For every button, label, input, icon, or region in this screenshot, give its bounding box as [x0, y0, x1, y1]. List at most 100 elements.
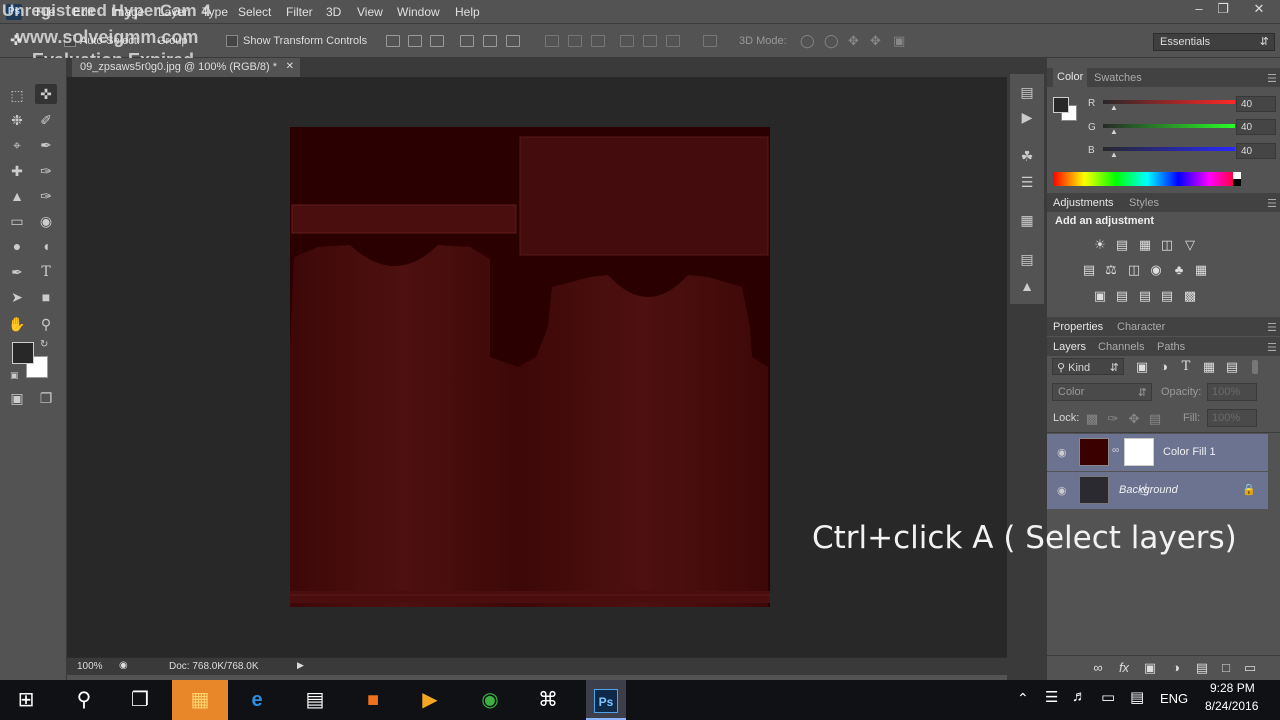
volume-icon[interactable]: ♬	[1072, 688, 1087, 705]
g-slider-thumb-icon[interactable]: ▲	[1110, 127, 1118, 136]
menu-window[interactable]: Window	[397, 5, 440, 19]
3d-orbit-icon[interactable]: ◯	[800, 33, 815, 49]
properties-menu-icon[interactable]: ☰	[1267, 321, 1277, 334]
photoshop-taskbar-icon[interactable]: Ps	[586, 680, 626, 720]
spectrum-white-black[interactable]	[1233, 172, 1241, 186]
filter-smart-icon[interactable]: ▤	[1225, 360, 1239, 374]
new-group-icon[interactable]: ▤	[1195, 661, 1209, 675]
selective-color-icon[interactable]: ▩	[1183, 289, 1197, 303]
align-hcenter-icon[interactable]	[483, 35, 497, 47]
actions-panel-icon[interactable]: ▶	[1016, 107, 1038, 127]
layer-style-icon[interactable]: fx	[1117, 661, 1131, 675]
search-icon[interactable]: ⚲	[64, 680, 104, 720]
filter-pixel-icon[interactable]: ▣	[1135, 360, 1149, 374]
photo-filter-icon[interactable]: ◉	[1149, 263, 1163, 277]
restore-button[interactable]: ❐	[1208, 0, 1238, 20]
lock-all-icon[interactable]: ▤	[1148, 412, 1162, 426]
r-slider[interactable]	[1103, 100, 1235, 104]
battery-icon[interactable]: ▭	[1101, 688, 1115, 706]
brush-tool-icon[interactable]: ✑	[35, 161, 57, 181]
filter-type-icon[interactable]: T	[1179, 360, 1193, 374]
brush-presets-icon[interactable]: ☰	[1016, 172, 1038, 192]
gradient-map-icon[interactable]: ▤	[1160, 289, 1174, 303]
filter-toggle[interactable]	[1252, 360, 1258, 374]
tab-color[interactable]: Color	[1053, 68, 1088, 87]
chain-link-icon[interactable]: ∞	[1112, 445, 1119, 456]
new-adjustment-icon[interactable]: ◑	[1169, 661, 1183, 675]
filter-shape-icon[interactable]: ▦	[1202, 360, 1216, 374]
align-top-icon[interactable]	[386, 35, 400, 47]
brush-panel-icon[interactable]: ☘	[1016, 146, 1038, 166]
align-right-icon[interactable]	[506, 35, 520, 47]
3d-pan-icon[interactable]: ✥	[848, 33, 859, 49]
store-icon[interactable]: ▤	[295, 680, 335, 720]
distribute-vcenter-icon[interactable]	[568, 35, 582, 47]
media-player-icon[interactable]: ▶	[410, 680, 450, 720]
lasso-tool-icon[interactable]: ❉	[6, 110, 28, 130]
tab-properties[interactable]: Properties	[1053, 321, 1103, 333]
status-menu-arrow-icon[interactable]: ▶	[297, 660, 304, 671]
distribute-left-icon[interactable]	[620, 35, 634, 47]
layer-row-background[interactable]: ◉ Background 🔒 ☝	[1047, 472, 1268, 509]
status-info-icon[interactable]: ◉	[119, 660, 128, 671]
show-transform-checkbox[interactable]	[226, 35, 238, 47]
tab-layers[interactable]: Layers	[1053, 341, 1086, 353]
menu-help[interactable]: Help	[455, 5, 480, 19]
file-explorer-icon[interactable]: ▦	[172, 680, 228, 720]
app-orange-icon[interactable]: ■	[353, 680, 393, 720]
b-slider-thumb-icon[interactable]: ▲	[1110, 150, 1118, 159]
channel-mixer-icon[interactable]: ♣	[1172, 263, 1186, 277]
tab-paths[interactable]: Paths	[1157, 341, 1185, 353]
quick-mask-icon[interactable]: ▣	[6, 388, 28, 408]
color-spectrum-ramp[interactable]	[1053, 172, 1241, 186]
align-vcenter-icon[interactable]	[408, 35, 422, 47]
fill-input[interactable]: 100%	[1207, 409, 1257, 427]
document-canvas[interactable]	[290, 127, 770, 607]
lock-transparent-icon[interactable]: ▩	[1085, 412, 1099, 426]
zoom-level[interactable]: 100%	[77, 661, 103, 672]
chrome-icon[interactable]: ◉	[470, 680, 510, 720]
path-select-tool-icon[interactable]: ➤	[6, 287, 28, 307]
pen-tool-icon[interactable]: ✒	[6, 262, 28, 282]
lock-image-icon[interactable]: ✑	[1106, 412, 1120, 426]
eraser-tool-icon[interactable]: ▭	[6, 211, 28, 231]
swap-colors-icon[interactable]: ↻	[40, 339, 48, 350]
task-view-icon[interactable]: ❐	[120, 680, 160, 720]
close-window-button[interactable]: ✕	[1244, 0, 1274, 20]
exposure-icon[interactable]: ◫	[1160, 238, 1174, 252]
zoom-tool-icon[interactable]: ⚲	[35, 314, 57, 334]
workspace-dropdown[interactable]: Essentials ⇵	[1153, 33, 1275, 51]
distribute-bottom-icon[interactable]	[591, 35, 605, 47]
clone-stamp-tool-icon[interactable]: ▲	[6, 186, 28, 206]
auto-align-icon[interactable]	[703, 35, 717, 47]
tool-presets-icon[interactable]: ▤	[1016, 249, 1038, 269]
fg-color-chip[interactable]	[1053, 97, 1069, 113]
marquee-tool-icon[interactable]: ⬚	[6, 85, 28, 105]
panel-menu-icon[interactable]: ☰	[1267, 72, 1277, 85]
app-knot-icon[interactable]: ⌘	[528, 680, 568, 720]
opacity-input[interactable]: 100%	[1207, 383, 1257, 401]
tab-character[interactable]: Character	[1117, 321, 1165, 333]
hue-saturation-icon[interactable]: ▤	[1082, 263, 1096, 277]
action-center-icon[interactable]: ▤	[1130, 688, 1144, 706]
clock-date[interactable]: 8/24/2016	[1205, 699, 1258, 713]
visibility-eye-icon[interactable]: ◉	[1057, 446, 1067, 459]
brightness-contrast-icon[interactable]: ☀	[1093, 238, 1107, 252]
menu-view[interactable]: View	[357, 5, 383, 19]
history-panel-icon[interactable]: ▤	[1016, 82, 1038, 102]
levels-icon[interactable]: ▤	[1115, 238, 1129, 252]
threshold-icon[interactable]: ▤	[1138, 289, 1152, 303]
dodge-tool-icon[interactable]: ◖	[35, 236, 57, 256]
hand-tool-icon[interactable]: ✋	[6, 314, 28, 334]
distribute-hcenter-icon[interactable]	[643, 35, 657, 47]
document-tab[interactable]: 09_zpsaws5r0g0.jpg @ 100% (RGB/8) * ✕	[72, 58, 300, 77]
invert-icon[interactable]: ▣	[1093, 289, 1107, 303]
r-slider-thumb-icon[interactable]: ▲	[1110, 103, 1118, 112]
3d-scale-icon[interactable]: ▣	[893, 33, 905, 49]
clock-time[interactable]: 9:28 PM	[1210, 681, 1255, 695]
distribute-right-icon[interactable]	[666, 35, 680, 47]
align-left-icon[interactable]	[460, 35, 474, 47]
color-lookup-icon[interactable]: ▦	[1194, 263, 1208, 277]
layer-filter-dropdown[interactable]: ⚲ Kind ⇵	[1052, 358, 1124, 375]
distribute-top-icon[interactable]	[545, 35, 559, 47]
